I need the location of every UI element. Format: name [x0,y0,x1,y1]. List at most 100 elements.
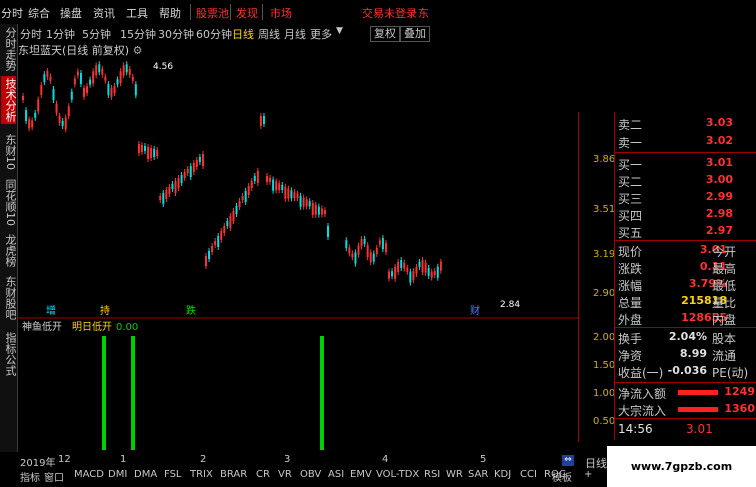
stat-label: 换手 [618,332,643,346]
flow-bar [678,407,718,412]
period-monthly[interactable]: 月线 [284,26,306,42]
bid-label: 买一 [618,158,643,172]
period-15min[interactable]: 15分钟 [120,26,156,42]
stat-label: 涨跌 [618,262,643,276]
flow-label: 净流入额 [618,387,667,401]
tab-guba[interactable]: 东财股吧 [1,274,17,322]
indicator-tab[interactable]: RSI [424,469,440,480]
flow-value: 1249 [724,385,755,398]
indicator-tick: 1.00 [593,388,616,399]
tab-tech-analysis[interactable]: 技术分析 [1,76,17,124]
bid-label: 买三 [618,192,643,206]
template-button[interactable]: 模板 [552,469,572,484]
flow-bar [678,390,718,395]
restore-button[interactable]: 复权 [370,26,400,42]
timeline-label: 5 [480,454,487,465]
chevron-down-icon[interactable]: ▼ [336,26,343,36]
menu-item-gongju[interactable]: 工具 [126,5,148,21]
stat-label-right: 今开 [712,245,737,259]
indicator-tab[interactable]: WR [446,469,463,480]
stat-value: 2.04% [668,330,707,343]
period-weekly[interactable]: 周线 [258,26,280,42]
indicator-tab[interactable]: VR [278,469,292,480]
price-tick: 2.90 [593,288,616,299]
period-60min[interactable]: 60分钟 [196,26,232,42]
period-bar: 分时 1分钟 5分钟 15分钟 30分钟 60分钟 日线 周线 月线 更多 ▼ … [18,24,430,42]
bid-price: 2.99 [705,190,733,203]
indicator-tab[interactable]: 指标 [20,469,40,484]
indicator-tab[interactable]: ASI [328,469,344,480]
indicator-tab[interactable]: TRIX [190,469,213,480]
menu-item-zixun[interactable]: 资讯 [93,5,115,21]
event-marker-die: 跌 [186,304,196,317]
tab-fenshi[interactable]: 分时走势 [1,26,17,72]
bid-label: 买五 [618,226,643,240]
tab-longhubang[interactable]: 龙虎榜 [1,230,17,270]
indicator-tab[interactable]: FSL [164,469,182,480]
event-marker-cai: 财 [470,304,480,317]
indicator-label: 明日低开 [72,320,112,333]
stat-label-right: 内盘 [712,313,737,327]
high-annotation: 4.56 [153,62,173,72]
indicator-tab[interactable]: MACD [74,469,104,480]
menu-item-bangzhu[interactable]: 帮助 [159,5,181,21]
timeline-label: 2 [200,454,207,465]
ask-price: 3.02 [705,134,733,147]
timeline-label: 12 [58,454,71,465]
ask-price: 3.03 [705,116,733,129]
tab-formula[interactable]: 指标公式 [1,328,17,380]
menu-item-discover[interactable]: 发现 [236,5,258,21]
stat-label-right: 最低 [712,279,737,293]
scroll-button[interactable]: ⇔ [562,455,574,466]
indicator-name: 神鱼低开 [22,320,62,333]
menu-item-caopan[interactable]: 操盘 [60,5,82,21]
indicator-tab[interactable]: DMI [108,469,127,480]
indicator-tick: 0.50 [593,416,616,427]
indicator-tab[interactable]: SAR [468,469,488,480]
watermark: www.7gpzb.com [607,446,756,487]
indicator-tick: 1.50 [593,360,616,371]
indicator-tab[interactable]: CR [256,469,270,480]
indicator-tab[interactable]: KDJ [494,469,511,480]
menu-item-fenshi[interactable]: 分时 [1,5,23,21]
tab-tonghuashun10[interactable]: 同花顺10 [1,178,17,226]
indicator-tab[interactable]: BRAR [220,469,247,480]
timeline-label: 3 [284,454,291,465]
event-marker-chi: 持 [100,304,110,317]
price-axis: 3.86 3.51 3.19 2.90 2.00 1.50 1.00 0.50 [578,112,615,442]
indicator-value: 0.00 [116,322,138,333]
timeline-label: 1 [120,454,127,465]
overlay-button[interactable]: 叠加 [400,26,430,42]
period-1min[interactable]: 1分钟 [46,26,75,42]
period-fenshi[interactable]: 分时 [20,26,42,42]
period-5min[interactable]: 5分钟 [82,26,111,42]
signal-bar [102,336,106,450]
stat-label: 收益(一) [618,366,664,380]
stat-value: 8.99 [679,347,707,360]
period-30min[interactable]: 30分钟 [158,26,194,42]
indicator-tab[interactable]: DMA [134,469,157,480]
tab-dongcai10[interactable]: 东财10 [1,132,17,172]
login-status[interactable]: 交易未登录 [362,5,417,21]
event-markers: 增 持 跌 财 [46,304,480,317]
period-daily[interactable]: 日线 [232,26,254,42]
indicator-tab[interactable]: EMV [350,469,372,480]
stat-label-right: PE(动) [712,366,749,380]
menu-item-stock-pool[interactable]: 股票池 [196,5,229,21]
bid-price: 2.97 [705,224,733,237]
signal-bar [131,336,135,450]
timeline-label: 2019年 [20,458,56,469]
flow-label: 大宗流入 [618,404,667,418]
menu-item-market[interactable]: 市场 [270,5,292,21]
event-marker-zeng: 增 [46,304,56,317]
indicator-tab[interactable]: 窗口 [44,469,64,484]
flow-value: 1360 [724,402,755,415]
indicator-tab[interactable]: VOL-TDX [376,469,419,480]
bid-price: 3.00 [705,173,733,186]
menu-item-zonghe[interactable]: 综合 [28,5,50,21]
period-more[interactable]: 更多 [310,26,332,42]
indicator-tab[interactable]: CCI [520,469,537,480]
indicator-tab[interactable]: OBV [300,469,321,480]
stat-label-right: 股本 [712,332,737,346]
add-button[interactable]: + [584,469,592,480]
